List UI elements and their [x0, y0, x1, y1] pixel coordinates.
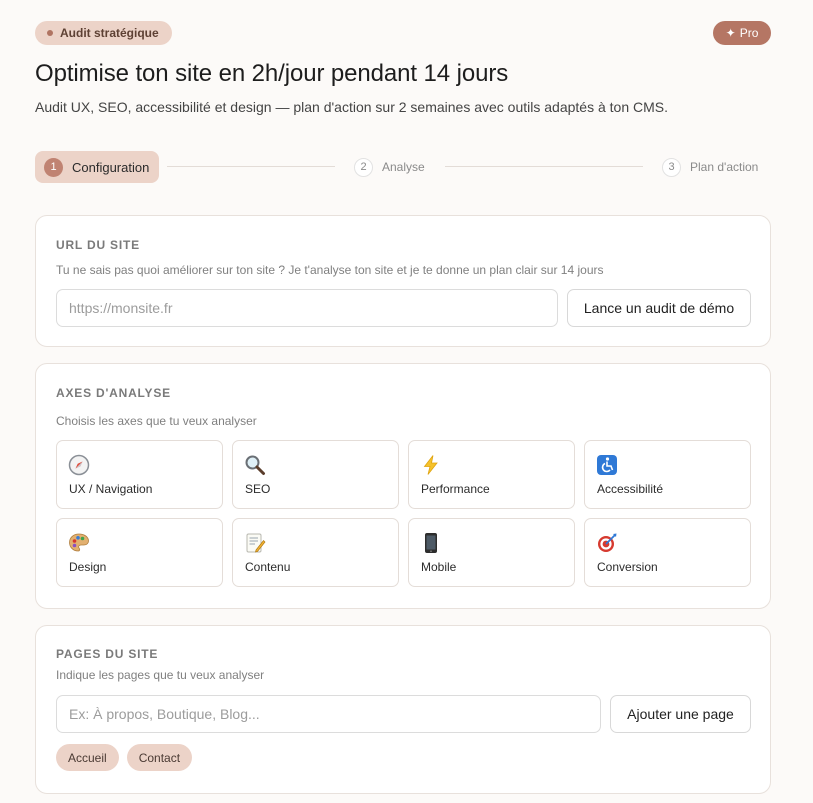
- axis-label: Design: [69, 560, 107, 574]
- url-section-description: Tu ne sais pas quoi améliorer sur ton si…: [56, 263, 604, 277]
- category-badge: Audit stratégique: [35, 21, 172, 45]
- page-chip-accueil[interactable]: Accueil: [56, 744, 119, 771]
- step-analyse[interactable]: 2 Analyse: [354, 157, 425, 177]
- step-number: 1: [44, 157, 63, 177]
- step-number: 3: [662, 157, 681, 177]
- wheelchair-icon: [597, 455, 617, 475]
- step-label: Analyse: [382, 160, 425, 174]
- axis-label: SEO: [245, 482, 271, 496]
- target-icon: [598, 533, 617, 552]
- page-name-input[interactable]: [56, 695, 601, 733]
- axis-label: UX / Navigation: [69, 482, 153, 496]
- demo-audit-button[interactable]: Lance un audit de démo: [567, 289, 751, 327]
- url-section: URL DU SITE Tu ne sais pas quoi améliore…: [35, 215, 771, 347]
- axis-card-conversion[interactable]: Conversion: [584, 518, 751, 587]
- category-badge-label: Audit stratégique: [60, 26, 159, 40]
- lightning-icon: [423, 455, 438, 475]
- step-plan-action[interactable]: 3 Plan d'action: [662, 157, 758, 177]
- sparkle-icon: ✦: [725, 26, 736, 40]
- url-section-title: URL DU SITE: [56, 238, 140, 252]
- compass-icon: [68, 454, 90, 476]
- axes-grid: UX / Navigation SEO Performance Accessib…: [56, 440, 751, 587]
- axis-card-design[interactable]: Design: [56, 518, 223, 587]
- pages-section: PAGES DU SITE Indique les pages que tu v…: [35, 625, 771, 794]
- axis-card-mobile[interactable]: Mobile: [408, 518, 575, 587]
- axis-card-contenu[interactable]: Contenu: [232, 518, 399, 587]
- step-label: Configuration: [72, 159, 150, 175]
- axis-card-ux-navigation[interactable]: UX / Navigation: [56, 440, 223, 509]
- axis-card-accessibilite[interactable]: Accessibilité: [584, 440, 751, 509]
- axes-section-title: AXES D'ANALYSE: [56, 386, 171, 400]
- palette-icon: [69, 533, 89, 552]
- step-number: 2: [354, 157, 373, 177]
- axis-label: Conversion: [597, 560, 658, 574]
- step-label: Plan d'action: [690, 160, 759, 174]
- axis-label: Contenu: [245, 560, 291, 574]
- site-url-input[interactable]: [56, 289, 558, 327]
- page-chip-contact[interactable]: Contact: [126, 744, 193, 771]
- pro-badge-label: Pro: [739, 26, 759, 40]
- page-chips: Accueil Contact: [56, 744, 193, 771]
- page-subtitle: Audit UX, SEO, accessibilité et design —…: [35, 99, 668, 115]
- badge-dot-icon: [47, 30, 53, 36]
- mobile-phone-icon: [425, 533, 437, 553]
- axes-section: AXES D'ANALYSE Choisis les axes que tu v…: [35, 363, 771, 609]
- axis-label: Accessibilité: [597, 482, 664, 496]
- axis-label: Mobile: [421, 560, 457, 574]
- pages-section-title: PAGES DU SITE: [56, 647, 159, 661]
- pro-badge[interactable]: ✦ Pro: [713, 21, 771, 45]
- pages-section-description: Indique les pages que tu veux analyser: [56, 668, 265, 682]
- memo-icon: [246, 533, 266, 553]
- page-title: Optimise ton site en 2h/jour pendant 14 …: [35, 60, 509, 87]
- step-connector: [445, 166, 643, 167]
- step-configuration[interactable]: 1 Configuration: [35, 151, 159, 183]
- axis-card-seo[interactable]: SEO: [232, 440, 399, 509]
- add-page-button[interactable]: Ajouter une page: [610, 695, 751, 733]
- axis-label: Performance: [421, 482, 490, 496]
- step-connector: [167, 166, 335, 167]
- axes-section-description: Choisis les axes que tu veux analyser: [56, 414, 257, 428]
- axis-card-performance[interactable]: Performance: [408, 440, 575, 509]
- magnifier-icon: [245, 455, 265, 475]
